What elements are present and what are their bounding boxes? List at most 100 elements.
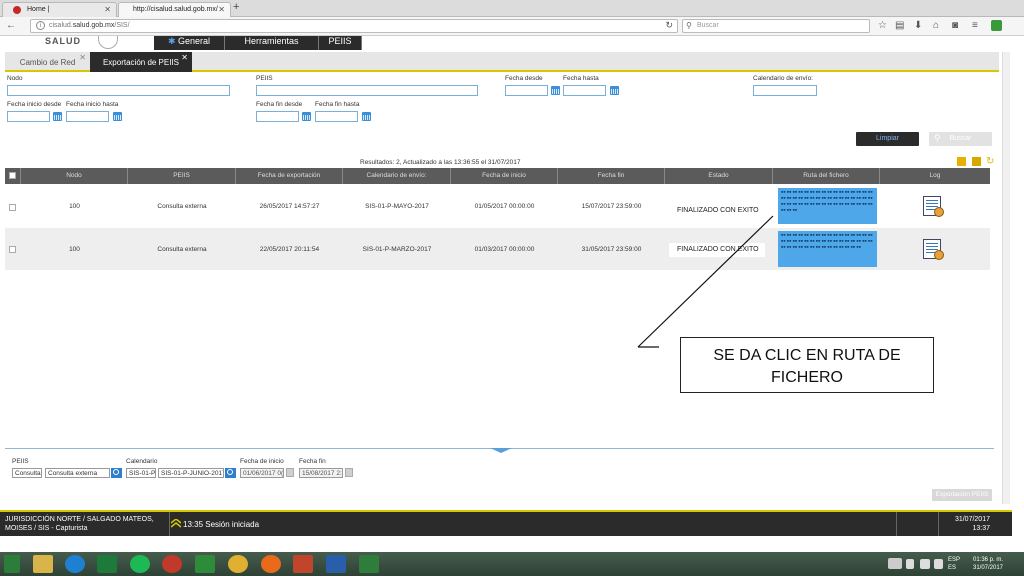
log-icon[interactable] [923, 239, 944, 260]
excel-icon[interactable] [359, 555, 379, 573]
extension-icon[interactable] [991, 20, 1002, 31]
browser-tab-home[interactable]: Home | ✕ [2, 2, 117, 17]
print-icon[interactable] [957, 157, 966, 166]
save-icon[interactable] [972, 157, 981, 166]
page-scrollbar[interactable] [1002, 52, 1010, 504]
select-all-checkbox[interactable] [9, 172, 16, 179]
search-icon[interactable] [225, 468, 236, 478]
start-icon[interactable] [4, 555, 20, 573]
calculator-icon[interactable] [195, 555, 215, 573]
annotation-line-1: SE DA CLIC EN RUTA DE [713, 347, 901, 364]
peiis-code-field[interactable]: Consulta [12, 468, 42, 478]
network-icon[interactable] [920, 559, 930, 569]
calendar-icon[interactable] [362, 112, 371, 121]
fecha-desde-input[interactable] [505, 85, 548, 96]
column-header[interactable]: Fecha de exportación [236, 168, 343, 184]
calendar-icon[interactable] [551, 86, 560, 95]
language-indicator[interactable]: ESP ES [948, 556, 960, 572]
table-row[interactable]: 100 Consulta externa 22/05/2017 20:11:54… [5, 228, 990, 270]
fecha-fin-field[interactable]: 15/08/2017 2: [299, 468, 343, 478]
keyboard-icon[interactable] [888, 558, 902, 569]
peiis-input[interactable] [256, 85, 478, 96]
word-icon[interactable] [326, 555, 346, 573]
close-icon[interactable]: ✕ [181, 53, 188, 62]
ruta-fichero-link[interactable]: ■■ ■■ ■■ ■■ ■■ ■■ ■■ ■■ ■■ ■■ ■■ ■■ ■■ ■… [778, 188, 877, 224]
fecha-fin-hasta-label: Fecha fin hasta [315, 101, 360, 108]
fecha-fin-hasta-input[interactable] [315, 111, 358, 122]
reading-list-icon[interactable]: ▤ [895, 20, 904, 31]
browser-search-input[interactable]: ⚲ Buscar [682, 19, 870, 33]
row-checkbox[interactable] [9, 246, 16, 253]
tab-cambio-de-red[interactable]: Cambio de Red ✕ [5, 52, 90, 72]
close-icon[interactable]: ✕ [218, 5, 225, 14]
excel-icon[interactable] [97, 555, 117, 573]
fecha-hasta-input[interactable] [563, 85, 606, 96]
column-header[interactable]: Fecha de inicio [451, 168, 558, 184]
column-header[interactable]: Estado [665, 168, 773, 184]
opera-icon[interactable] [162, 555, 182, 573]
search-icon[interactable] [111, 468, 122, 478]
column-header[interactable]: Calendario de envío: [343, 168, 451, 184]
table-row[interactable]: 100 Consulta externa 26/05/2017 14:57:27… [5, 186, 990, 228]
taskbar-clock[interactable]: 01:36 p. m. 31/07/2017 [968, 556, 1008, 572]
pocket-icon[interactable]: ◙ [952, 20, 958, 31]
spotify-icon[interactable] [130, 555, 150, 573]
menu-herramientas[interactable]: Herramientas [225, 36, 319, 50]
fecha-fin-label: Fecha fin [299, 458, 326, 465]
calendar-icon[interactable] [53, 112, 62, 121]
refresh-icon[interactable]: ↻ [986, 156, 995, 167]
close-icon[interactable]: ✕ [79, 53, 86, 62]
volume-icon[interactable] [934, 559, 943, 569]
log-icon[interactable] [923, 196, 944, 217]
column-header[interactable]: Nodo [21, 168, 128, 184]
back-icon[interactable]: ← [6, 20, 16, 31]
peiis-value-field[interactable]: Consulta externa [45, 468, 110, 478]
bookmark-star-icon[interactable]: ☆ [878, 20, 887, 31]
calendar-icon[interactable] [610, 86, 619, 95]
download-icon[interactable]: ⬇ [914, 20, 922, 31]
nodo-input[interactable] [7, 85, 230, 96]
ruta-fichero-link[interactable]: ■■ ■■ ■■ ■■ ■■ ■■ ■■ ■■ ■■ ■■ ■■ ■■ ■■ ■… [778, 231, 877, 267]
menu-general[interactable]: ✱ General [154, 36, 225, 50]
calendar-icon[interactable] [286, 468, 294, 477]
fecha-inicio-desde-input[interactable] [7, 111, 50, 122]
limpiar-button[interactable]: Limpiar [856, 132, 919, 146]
ie-icon[interactable] [65, 555, 85, 573]
battery-icon[interactable] [906, 559, 914, 569]
close-icon[interactable]: ✕ [104, 5, 111, 14]
menu-peiis[interactable]: PEIIS [319, 36, 362, 50]
cell-peiis: Consulta externa [157, 203, 207, 210]
calendario-value-field[interactable]: SIS-01-P-JUNIO-2017 [158, 468, 224, 478]
chrome-icon[interactable] [228, 555, 248, 573]
info-icon[interactable]: i [36, 21, 45, 30]
column-header[interactable]: Ruta del fichero [773, 168, 880, 184]
firefox-icon[interactable] [261, 555, 281, 573]
calendar-icon[interactable] [302, 112, 311, 121]
fecha-inicio-hasta-input[interactable] [66, 111, 109, 122]
cell-calendario: SIS-01-P-MARZO-2017 [362, 246, 432, 253]
column-header[interactable]: Log [880, 168, 990, 184]
browser-tab-cisalud[interactable]: http://cisalud.salud.gob.mx/ ✕ [118, 2, 231, 17]
fecha-inicio-field[interactable]: 01/06/2017 0( [240, 468, 284, 478]
calendario-code-field[interactable]: SIS-01-P [126, 468, 156, 478]
column-header[interactable]: Fecha fin [558, 168, 665, 184]
column-header[interactable]: PEIIS [128, 168, 236, 184]
calendar-icon[interactable] [113, 112, 122, 121]
row-checkbox[interactable] [9, 204, 16, 211]
reload-icon[interactable]: ↻ [665, 20, 673, 31]
exportacion-peiis-button[interactable]: Exportación PEIIS [932, 489, 992, 501]
fecha-fin-desde-input[interactable] [256, 111, 299, 122]
salud-logo: SALUD [45, 36, 81, 46]
fecha-desde-label: Fecha desde [505, 75, 543, 82]
calendario-envio-input[interactable] [753, 85, 817, 96]
home-icon[interactable]: ⌂ [933, 20, 939, 31]
url-bar[interactable]: i cisalud.salud.gob.mx/SIS/ ↻ [30, 19, 678, 33]
buscar-button[interactable]: ⚲ Buscar [929, 132, 992, 146]
cell-fecha-exportacion: 26/05/2017 14:57:27 [259, 203, 320, 210]
file-explorer-icon[interactable] [33, 555, 53, 573]
powerpoint-icon[interactable] [293, 555, 313, 573]
calendar-icon[interactable] [345, 468, 353, 477]
tab-exportacion-peiis[interactable]: Exportación de PEIIS ✕ [90, 52, 192, 72]
new-tab-icon[interactable]: + [233, 1, 239, 13]
menu-icon[interactable]: ≡ [972, 20, 978, 31]
